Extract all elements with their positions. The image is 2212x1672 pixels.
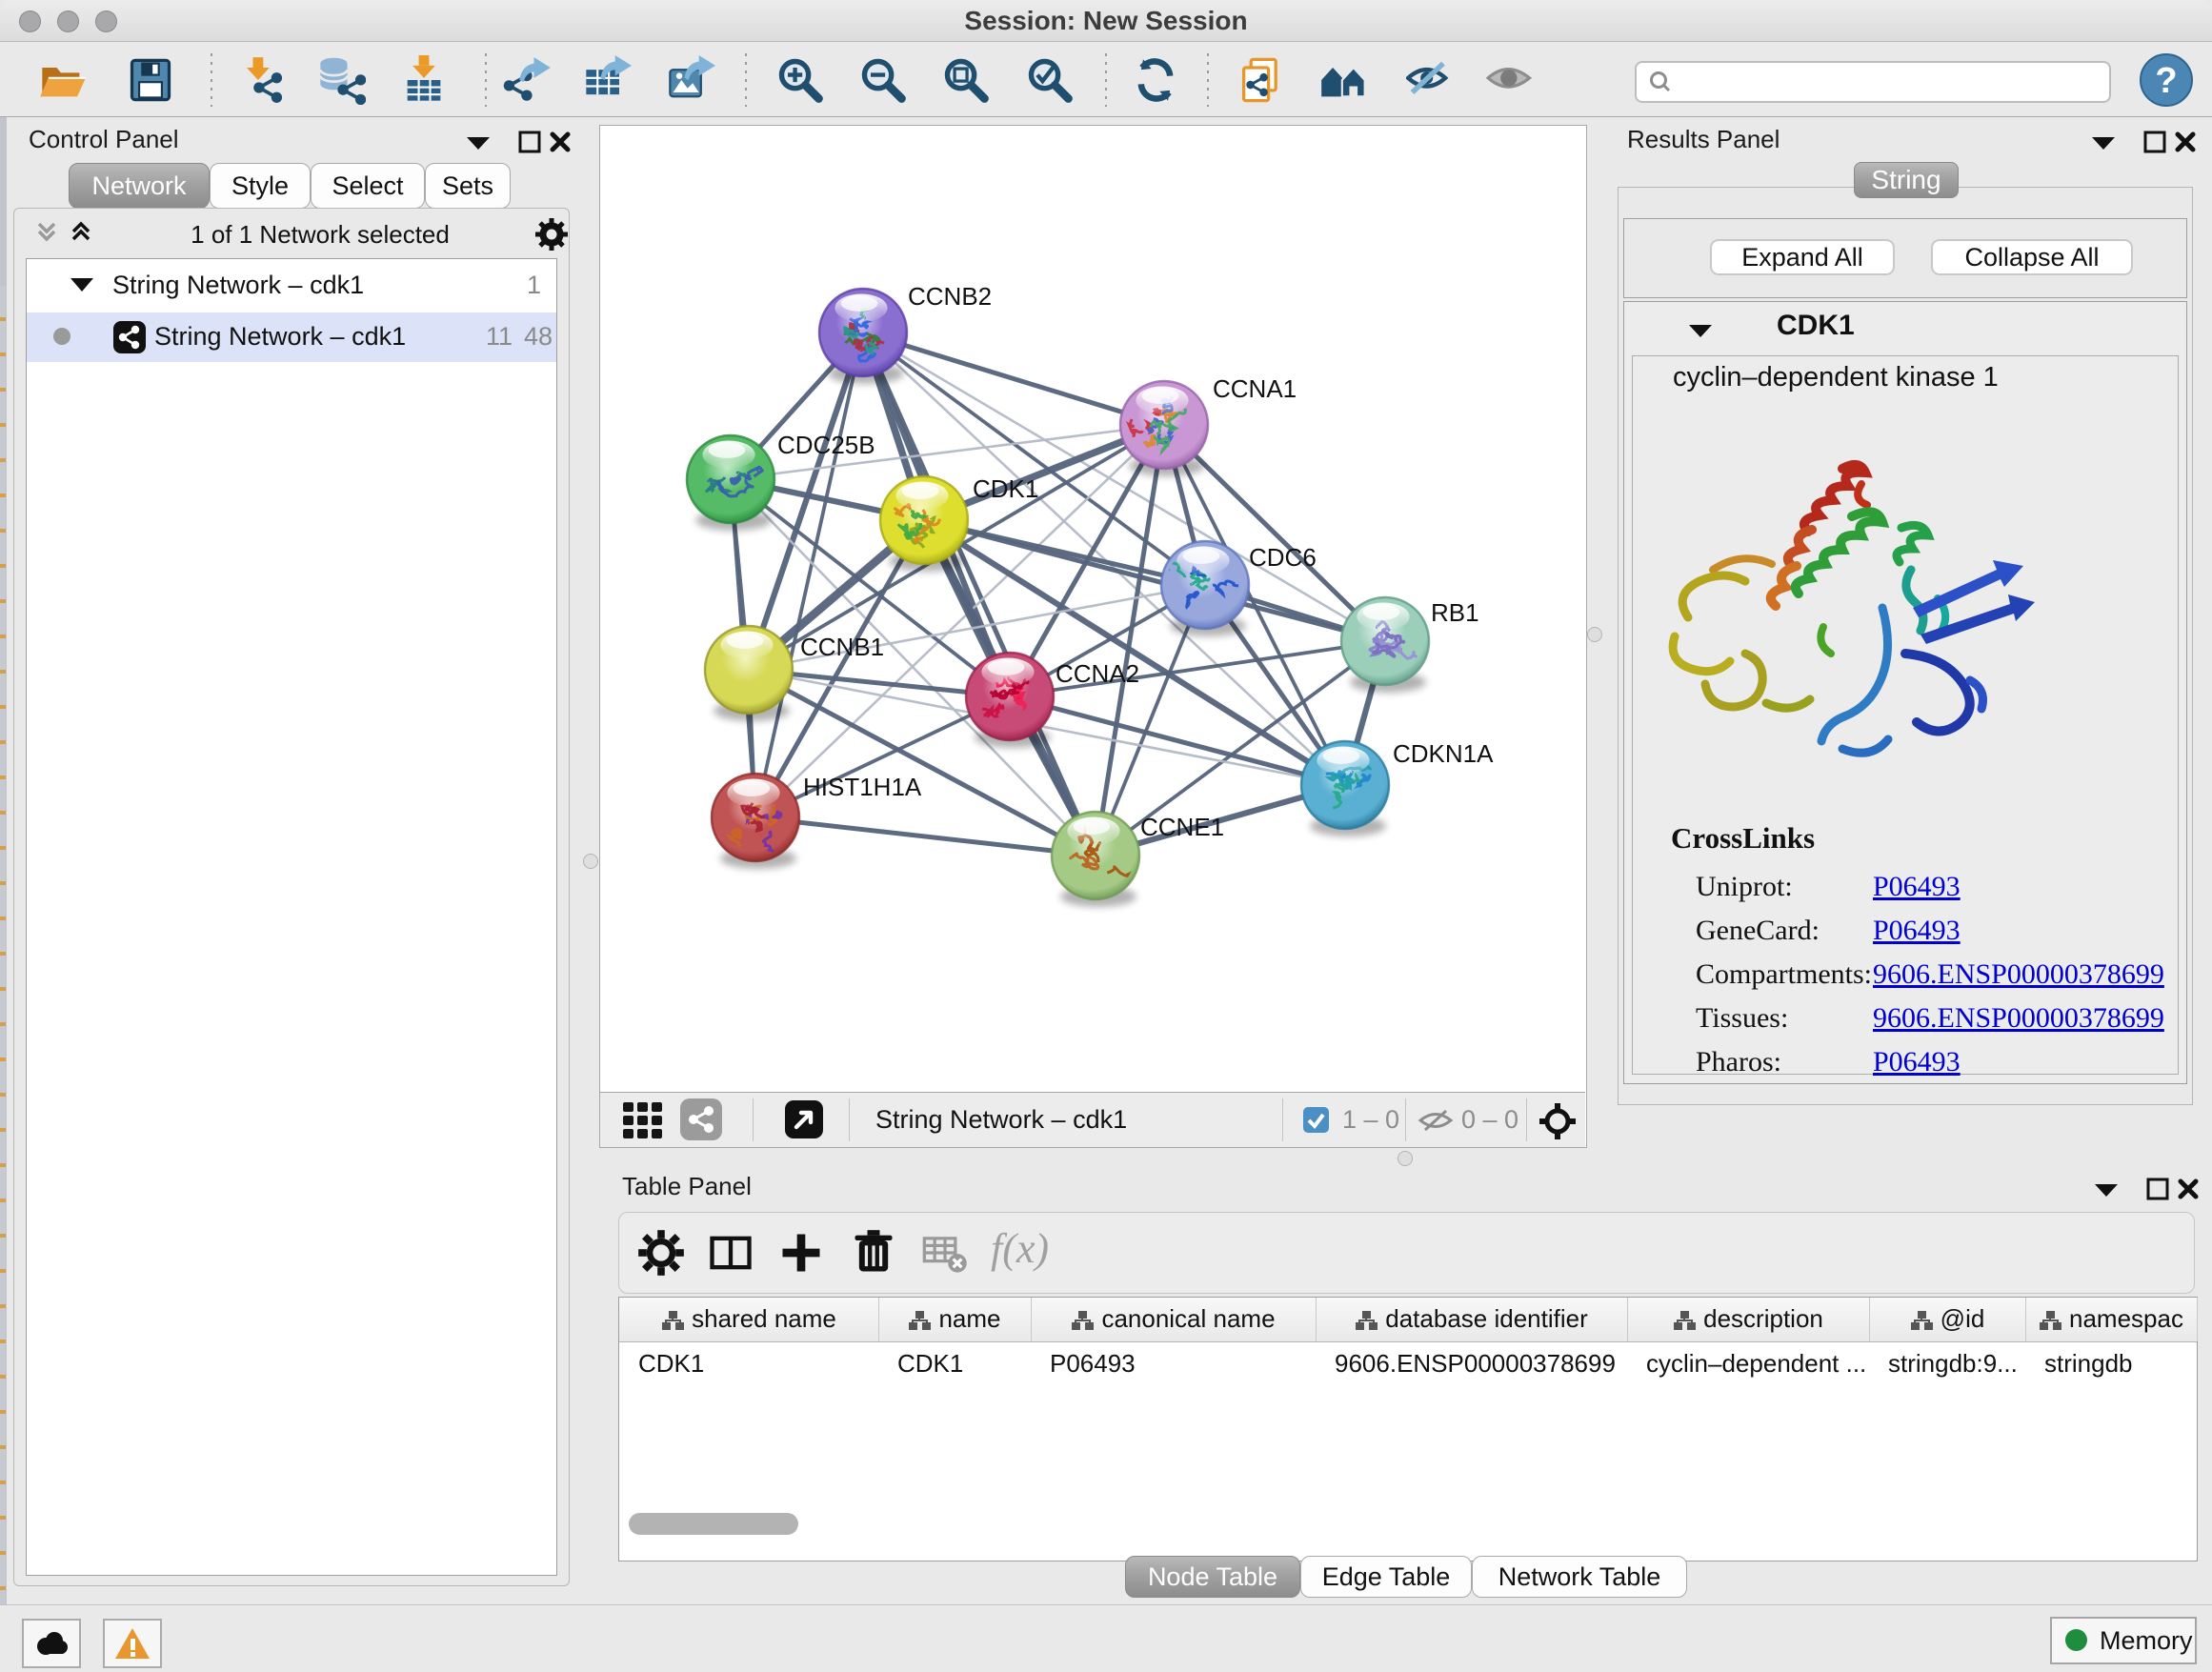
svg-text:CDC6: CDC6 [1249, 543, 1317, 572]
svg-text:CCNE1: CCNE1 [1140, 813, 1224, 841]
svg-text:CCNA1: CCNA1 [1213, 374, 1297, 403]
svg-text:RB1: RB1 [1431, 598, 1479, 627]
svg-text:HIST1H1A: HIST1H1A [803, 773, 922, 801]
svg-text:CDK1: CDK1 [973, 474, 1038, 503]
svg-text:CDC25B: CDC25B [777, 431, 875, 459]
svg-text:CCNB1: CCNB1 [800, 633, 884, 661]
svg-text:CDKN1A: CDKN1A [1393, 739, 1494, 768]
svg-text:CCNB2: CCNB2 [908, 282, 992, 311]
svg-text:CCNA2: CCNA2 [1056, 659, 1139, 688]
svg-text:?: ? [2155, 61, 2177, 101]
